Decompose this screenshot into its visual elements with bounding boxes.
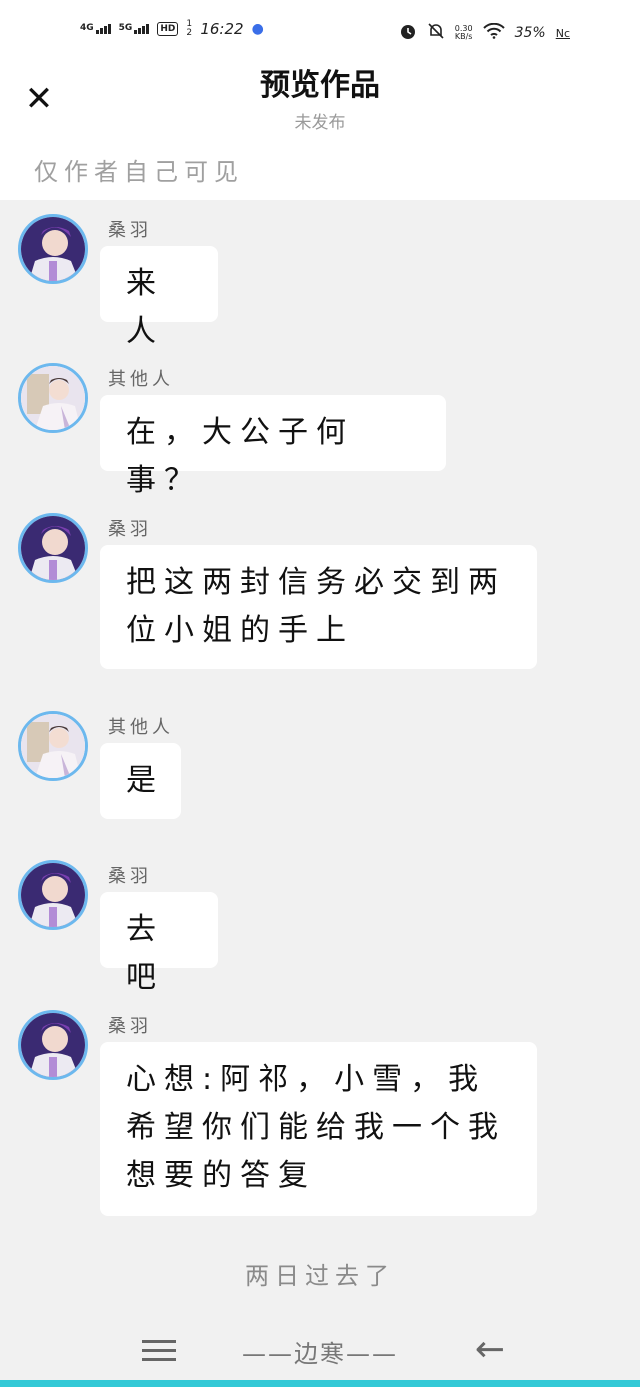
status-left: 4G 5G HD 1 2 16:22 ● — [80, 19, 264, 39]
sender-name: 桑羽 — [108, 519, 152, 540]
chat-area[interactable]: 桑羽 来人 其他人 在，大公子何事？ 桑羽 把这两封信务必交到两位小姐的手上 其… — [0, 200, 640, 1330]
sim-digits: 1 2 — [186, 19, 193, 38]
signal-icon-2: 5G — [119, 24, 150, 34]
sender-name: 其他人 — [108, 369, 174, 390]
sender-name: 桑羽 — [108, 220, 152, 241]
network-type-2: 5G — [118, 23, 133, 33]
avatar-others[interactable] — [18, 711, 88, 781]
sender-name: 桑羽 — [108, 866, 152, 887]
avatar-sangyu[interactable] — [18, 513, 88, 583]
paw-icon: ● — [251, 21, 264, 37]
back-arrow-icon[interactable]: ← — [470, 1330, 510, 1370]
alarm-icon — [399, 22, 417, 44]
page-title: 预览作品 — [260, 68, 380, 103]
message-bubble: 来人 — [100, 246, 218, 349]
narration-text: 两日过去了 — [245, 1262, 395, 1290]
message-bubble: 把这两封信务必交到两位小姐的手上 — [100, 545, 537, 669]
battery-level: 35% — [514, 25, 546, 41]
message-bubble: 在，大公子何事？ — [100, 395, 446, 498]
sender-name: 桑羽 — [108, 1016, 152, 1037]
avatar-sangyu[interactable] — [18, 860, 88, 930]
bell-muted-icon — [427, 22, 445, 44]
nfc-label: Nc — [555, 26, 570, 40]
wifi-icon — [482, 22, 505, 43]
bottom-nav-bar: ——边寒—— ← — [0, 1322, 640, 1387]
menu-icon[interactable] — [142, 1338, 178, 1364]
network-type-1: 4G — [80, 23, 94, 33]
status-bar: 4G 5G HD 1 2 16:22 ● 0.30 KB/s 35% Nc — [0, 0, 640, 56]
home-indicator[interactable]: ——边寒—— — [220, 1334, 420, 1369]
accent-strip — [0, 1380, 640, 1387]
message-bubble: 是 — [100, 743, 181, 819]
signal-icon: 4G — [80, 24, 111, 34]
publish-status: 未发布 — [294, 113, 346, 133]
status-time: 16:22 — [200, 20, 244, 38]
avatar-others[interactable] — [18, 363, 88, 433]
avatar-sangyu[interactable] — [18, 1010, 88, 1080]
message-bubble: 心想:阿祁，小雪，我希望你们能给我一个我想要的答复 — [100, 1042, 537, 1216]
sender-name: 其他人 — [108, 717, 174, 738]
visibility-note: 仅作者自己可见 — [34, 158, 244, 186]
status-right: 0.30 KB/s 35% Nc — [399, 22, 570, 44]
message-bubble: 去吧 — [100, 892, 218, 995]
preview-header: ✕ 预览作品 未发布 仅作者自己可见 — [0, 56, 640, 200]
hd-badge: HD — [157, 22, 179, 36]
avatar-sangyu[interactable] — [18, 214, 88, 284]
net-speed: 0.30 KB/s — [455, 25, 473, 41]
net-speed-unit: KB/s — [454, 32, 473, 41]
